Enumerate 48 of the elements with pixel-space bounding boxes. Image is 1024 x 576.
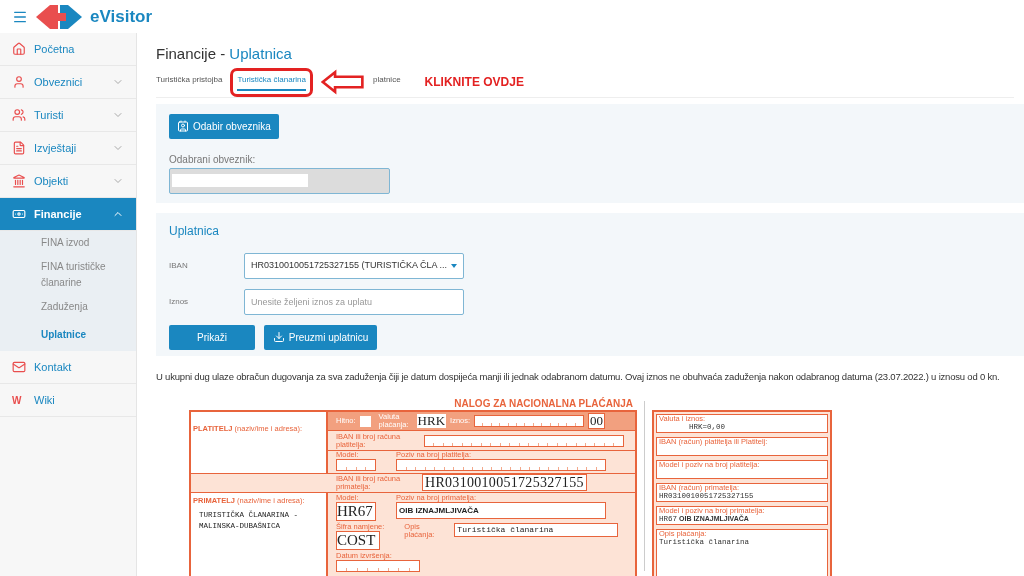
download-button[interactable]: Preuzmi uplatnicu	[264, 324, 377, 350]
slip-title: NALOG ZA NACIONALNA PLAĆANJA	[454, 397, 633, 410]
person-icon	[12, 75, 26, 89]
description-value: Turistička članarina	[454, 522, 619, 537]
submenu-item[interactable]: Zaduženja	[41, 299, 128, 315]
iban-select[interactable]: HR0310010051725327155 (TURISTIČKA ČLA ...	[244, 252, 464, 279]
amount-value: 00	[588, 413, 606, 430]
page-title: Financije - Uplatnica	[156, 44, 293, 64]
sidebar-item[interactable]: Turisti	[0, 99, 136, 132]
banknote-icon	[12, 207, 26, 221]
tab[interactable]: Turistička pristojba	[156, 73, 223, 91]
caret-icon	[451, 263, 457, 268]
sidebar-item[interactable]: Početna	[0, 33, 136, 66]
tab[interactable]: Turistička članarina	[237, 73, 306, 91]
document-icon	[12, 141, 26, 155]
sidebar-item[interactable]: W Wiki	[0, 384, 136, 417]
currency-value: HRK	[416, 414, 447, 429]
submenu-item[interactable]: FINA turističke članarine	[41, 259, 128, 291]
sidebar-item[interactable]: Obveznici	[0, 66, 136, 99]
person-icon	[177, 120, 189, 132]
section-title: Uplatnica	[169, 222, 221, 240]
arrow-icon	[321, 69, 365, 95]
field-label: IBAN	[169, 259, 189, 272]
logo-icon	[36, 4, 82, 29]
sidebar-item[interactable]: Financije	[0, 198, 136, 231]
people-icon	[12, 108, 26, 122]
field-label: Odabrani obveznik:	[169, 152, 257, 167]
download-icon	[272, 331, 285, 343]
info-text: U ukupni dug ulaze obračun dugovanja za sva zaduženja čiji je datum dospijeća manji ili jednak odabranom datumu. Ovaj iznos ne obuhvaća zaduženja nakon odabranog datuma (23.07.2022.) u iznosu od 0 kn.	[156, 369, 1001, 384]
wiki-icon-text: W	[12, 393, 23, 408]
mail-icon	[12, 360, 26, 374]
reference-value: OIB IZNAJMLJIVAČA	[396, 501, 606, 519]
annotation-text: KLIKNITE OVDJE	[424, 74, 524, 91]
model-value: HR67	[336, 501, 376, 521]
show-button[interactable]: Prikaži	[169, 324, 255, 350]
sidebar-item[interactable]: Izvještaji	[0, 132, 136, 165]
submenu-item[interactable]: FINA izvod	[41, 235, 128, 251]
select-taxpayer-button[interactable]: Odabir obveznika	[169, 113, 279, 139]
amount-field[interactable]: Unesite željeni iznos za uplatu	[244, 288, 464, 315]
field-label: Iznos	[169, 295, 190, 308]
home-icon	[12, 42, 26, 56]
building-icon	[12, 174, 26, 188]
submenu-item[interactable]: Uplatnice	[41, 327, 128, 343]
purpose-code: COST	[336, 530, 380, 550]
tab[interactable]: platnice	[373, 73, 401, 91]
iban-value: HR0310010051725327155	[422, 474, 587, 492]
sidebar-item[interactable]: Kontakt	[0, 351, 136, 384]
brand-name: eVisitor	[90, 5, 153, 28]
